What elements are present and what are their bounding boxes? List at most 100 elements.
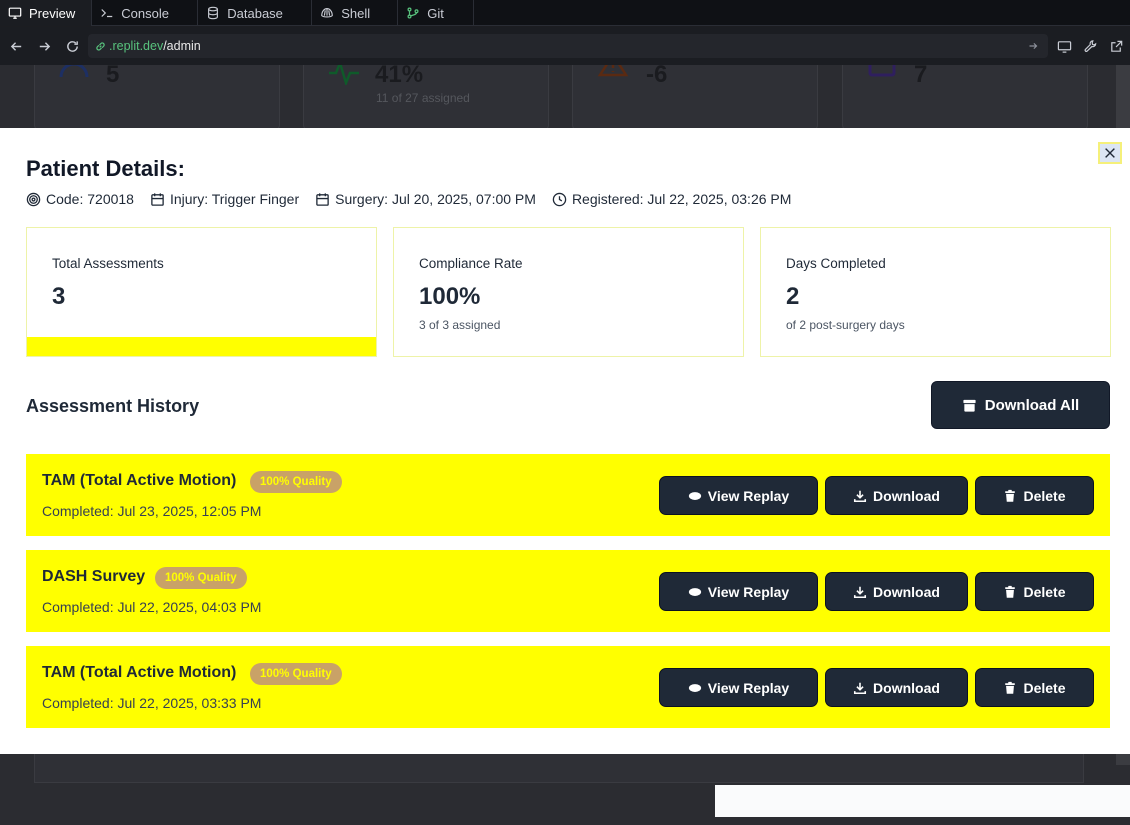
workspace-tab-bar: Preview Console Database Shell Git <box>0 0 1130 26</box>
arrow-right-icon <box>39 41 50 51</box>
tab-label: Git <box>427 5 444 21</box>
shell-icon <box>321 8 334 18</box>
tab-preview[interactable]: Preview <box>0 0 93 26</box>
tab-label: Preview <box>29 5 76 21</box>
download-button[interactable]: Download <box>825 668 968 707</box>
close-icon <box>1105 148 1115 158</box>
delete-button[interactable]: Delete <box>975 572 1094 611</box>
archive-icon <box>963 399 976 412</box>
download-label: Download <box>873 679 940 696</box>
quality-badge: 100% Quality <box>250 663 342 685</box>
download-label: Download <box>873 583 940 600</box>
bg-stat-value: 7 <box>914 65 928 88</box>
trash-icon <box>1005 585 1016 598</box>
bg-stat-sub: 11 of 27 assigned <box>376 91 470 105</box>
meta-surgery-text: Surgery: Jul 20, 2025, 07:00 PM <box>335 191 536 207</box>
calendar-icon <box>868 65 896 77</box>
url-host: .replit.dev <box>109 39 164 53</box>
meta-code-text: Code: 720018 <box>46 191 134 207</box>
download-button[interactable]: Download <box>825 476 968 515</box>
go-arrow-icon[interactable] <box>1026 39 1040 53</box>
stat-label: Total Assessments <box>52 256 164 271</box>
tab-console[interactable]: Console <box>92 0 199 26</box>
open-new-tab-button[interactable] <box>1106 36 1126 56</box>
download-all-button[interactable]: Download All <box>931 381 1110 429</box>
tab-database[interactable]: Database <box>198 0 313 26</box>
tab-shell[interactable]: Shell <box>312 0 399 26</box>
close-button[interactable] <box>1098 142 1122 164</box>
users-icon <box>59 65 89 78</box>
meta-code: Code: 720018 <box>26 191 134 207</box>
stat-value: 100% <box>419 283 481 310</box>
link-icon <box>96 41 105 51</box>
assessment-row: TAM (Total Active Motion) 100% Quality C… <box>26 646 1110 728</box>
desktop-icon <box>1057 40 1071 53</box>
stat-total-assessments: Total Assessments 3 <box>26 227 377 357</box>
view-replay-label: View Replay <box>707 487 790 504</box>
tab-label: Console <box>121 5 169 21</box>
assessment-name: TAM (Total Active Motion) <box>42 664 237 681</box>
meta-injury-text: Injury: Trigger Finger <box>169 191 300 207</box>
assessment-name: DASH Survey <box>42 568 146 585</box>
terminal-icon <box>101 9 113 18</box>
download-all-label: Download All <box>984 396 1080 414</box>
download-icon <box>854 490 867 502</box>
url-input[interactable]: .replit.dev/admin <box>88 34 1048 58</box>
view-replay-label: View Replay <box>707 583 790 600</box>
url-path: /admin <box>163 39 201 53</box>
preview-url-bar: .replit.dev/admin <box>0 27 1130 65</box>
external-link-icon <box>1110 40 1122 52</box>
trash-icon <box>1005 489 1016 502</box>
clock-icon <box>552 192 567 206</box>
target-icon <box>26 192 41 206</box>
assessment-completed: Completed: Jul 23, 2025, 12:05 PM <box>42 503 262 519</box>
assessment-completed: Completed: Jul 22, 2025, 03:33 PM <box>42 695 262 711</box>
modal-title: Patient Details: <box>26 156 185 181</box>
calendar-icon <box>151 192 164 206</box>
view-replay-button[interactable]: View Replay <box>659 476 818 515</box>
view-replay-button[interactable]: View Replay <box>659 668 818 707</box>
stat-value: 2 <box>786 283 800 310</box>
stat-compliance-rate: Compliance Rate 100% 3 of 3 assigned <box>393 227 744 357</box>
quality-badge: 100% Quality <box>155 567 247 589</box>
assessment-row: DASH Survey 100% Quality Completed: Jul … <box>26 550 1110 632</box>
activity-icon <box>329 65 359 85</box>
download-icon <box>854 682 867 694</box>
download-button[interactable]: Download <box>825 572 968 611</box>
forward-button[interactable] <box>30 32 58 60</box>
calendar-icon <box>316 192 329 206</box>
delete-label: Delete <box>1023 487 1066 504</box>
url-tools <box>1054 36 1126 56</box>
arrow-left-icon <box>10 41 21 51</box>
patient-meta: Code: 720018 Injury: Trigger Finger Surg… <box>26 191 791 207</box>
warning-icon <box>597 65 629 77</box>
eye-icon <box>688 491 701 500</box>
stat-sub: 3 of 3 assigned <box>419 318 501 332</box>
database-icon <box>208 6 219 20</box>
download-label: Download <box>873 487 940 504</box>
stat-highlight-bar <box>27 337 376 356</box>
back-button[interactable] <box>2 32 30 60</box>
reload-icon <box>66 40 78 52</box>
assessment-name: TAM (Total Active Motion) <box>42 472 237 489</box>
download-icon <box>854 586 867 598</box>
assessment-completed: Completed: Jul 22, 2025, 04:03 PM <box>42 599 262 615</box>
view-replay-label: View Replay <box>707 679 790 696</box>
bg-white-panel <box>715 785 1130 817</box>
stat-days-completed: Days Completed 2 of 2 post-surgery days <box>760 227 1111 357</box>
devtools-button[interactable] <box>1080 36 1100 56</box>
assessment-history-title: Assessment History <box>26 396 200 416</box>
delete-button[interactable]: Delete <box>975 668 1094 707</box>
delete-button[interactable]: Delete <box>975 476 1094 515</box>
stat-value: 3 <box>52 283 66 310</box>
view-replay-button[interactable]: View Replay <box>659 572 818 611</box>
quality-badge: 100% Quality <box>250 471 342 493</box>
eye-icon <box>688 587 701 596</box>
delete-label: Delete <box>1023 583 1066 600</box>
reload-button[interactable] <box>58 32 86 60</box>
devices-button[interactable] <box>1054 36 1074 56</box>
meta-registered-text: Registered: Jul 22, 2025, 03:26 PM <box>571 191 792 207</box>
assessment-row: TAM (Total Active Motion) 100% Quality C… <box>26 454 1110 536</box>
stat-label: Compliance Rate <box>419 256 523 271</box>
tab-git[interactable]: Git <box>398 0 475 26</box>
